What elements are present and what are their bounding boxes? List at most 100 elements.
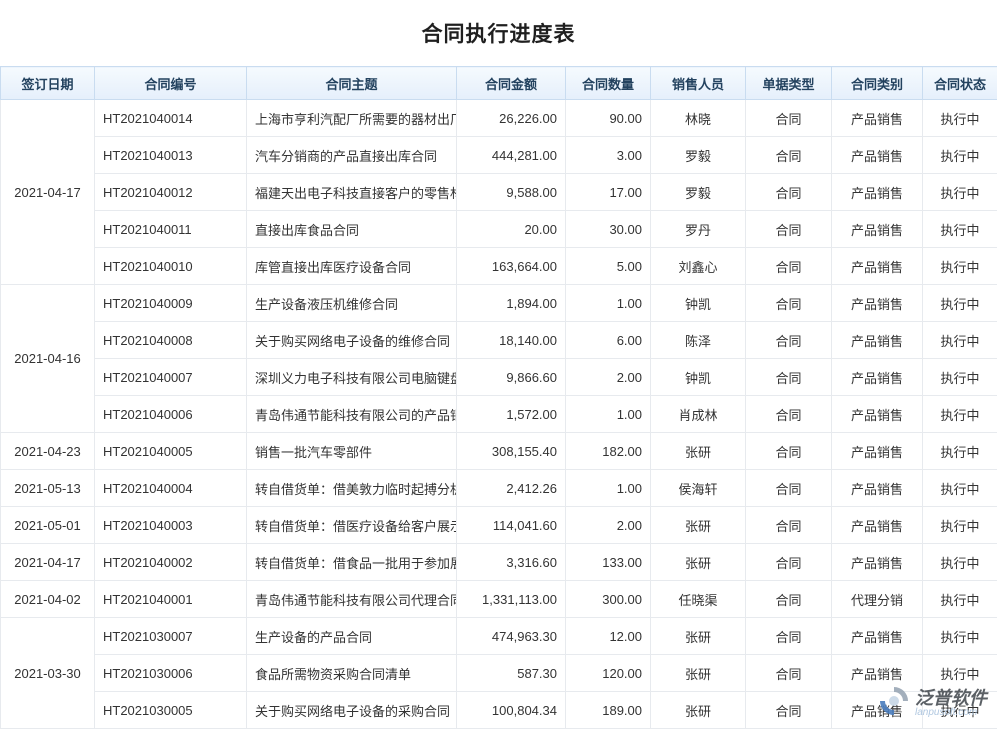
cell-sales-person[interactable]: 罗毅 (651, 174, 746, 211)
cell-doc-type: 合同 (746, 137, 832, 174)
cell-quantity: 3.00 (566, 137, 651, 174)
cell-subject[interactable]: 生产设备的产品合同 (247, 618, 457, 655)
cell-subject[interactable]: 销售一批汽车零部件 (247, 433, 457, 470)
table-row: 2021-03-30HT2021030007生产设备的产品合同474,963.3… (1, 618, 997, 655)
cell-subject[interactable]: 上海市亨利汽配厂所需要的器材出厂合同 (247, 100, 457, 137)
cell-amount: 18,140.00 (457, 322, 566, 359)
cell-sales-person[interactable]: 张研 (651, 655, 746, 692)
cell-quantity: 189.00 (566, 692, 651, 729)
cell-sales-person[interactable]: 任晓渠 (651, 581, 746, 618)
cell-sign-date: 2021-03-30 (1, 618, 95, 729)
cell-subject[interactable]: 转自借货单：借食品一批用于参加展 (247, 544, 457, 581)
cell-subject[interactable]: 关于购买网络电子设备的维修合同 (247, 322, 457, 359)
cell-amount: 1,894.00 (457, 285, 566, 322)
cell-subject[interactable]: 转自借货单：借美敦力临时起搏分机 (247, 470, 457, 507)
cell-subject[interactable]: 青岛伟通节能科技有限公司代理合同 (247, 581, 457, 618)
cell-quantity: 182.00 (566, 433, 651, 470)
cell-sales-person[interactable]: 肖成林 (651, 396, 746, 433)
cell-subject[interactable]: 青岛伟通节能科技有限公司的产品销售 (247, 396, 457, 433)
column-header-doc-type[interactable]: 单据类型 (746, 67, 832, 100)
cell-sales-person[interactable]: 张研 (651, 692, 746, 729)
cell-contract-no[interactable]: HT2021030005 (95, 692, 247, 729)
cell-quantity: 17.00 (566, 174, 651, 211)
cell-contract-no[interactable]: HT2021040001 (95, 581, 247, 618)
column-header-amount[interactable]: 合同金额 (457, 67, 566, 100)
cell-status: 执行中 (923, 137, 997, 174)
cell-contract-no[interactable]: HT2021030007 (95, 618, 247, 655)
column-header-status[interactable]: 合同状态 (923, 67, 997, 100)
cell-category: 产品销售 (832, 359, 923, 396)
contract-progress-table: 签订日期合同编号合同主题合同金额合同数量销售人员单据类型合同类别合同状态 202… (0, 66, 997, 729)
cell-sales-person[interactable]: 张研 (651, 507, 746, 544)
cell-sales-person[interactable]: 罗毅 (651, 137, 746, 174)
cell-subject[interactable]: 福建天出电子科技直接客户的零售材料 (247, 174, 457, 211)
cell-contract-no[interactable]: HT2021040008 (95, 322, 247, 359)
table-row: 2021-04-23HT2021040005销售一批汽车零部件308,155.4… (1, 433, 997, 470)
cell-quantity: 5.00 (566, 248, 651, 285)
page-title: 合同执行进度表 (0, 0, 997, 66)
cell-doc-type: 合同 (746, 507, 832, 544)
column-header-category[interactable]: 合同类别 (832, 67, 923, 100)
cell-sales-person[interactable]: 刘鑫心 (651, 248, 746, 285)
cell-subject[interactable]: 食品所需物资采购合同清单 (247, 655, 457, 692)
cell-subject[interactable]: 生产设备液压机维修合同 (247, 285, 457, 322)
cell-quantity: 133.00 (566, 544, 651, 581)
cell-sales-person[interactable]: 钟凯 (651, 359, 746, 396)
cell-sales-person[interactable]: 张研 (651, 618, 746, 655)
cell-contract-no[interactable]: HT2021040011 (95, 211, 247, 248)
cell-amount: 444,281.00 (457, 137, 566, 174)
cell-amount: 9,588.00 (457, 174, 566, 211)
cell-contract-no[interactable]: HT2021040010 (95, 248, 247, 285)
column-header-contract-no[interactable]: 合同编号 (95, 67, 247, 100)
cell-sign-date: 2021-05-13 (1, 470, 95, 507)
cell-subject[interactable]: 直接出库食品合同 (247, 211, 457, 248)
cell-contract-no[interactable]: HT2021040007 (95, 359, 247, 396)
cell-subject[interactable]: 汽车分销商的产品直接出库合同 (247, 137, 457, 174)
cell-contract-no[interactable]: HT2021040005 (95, 433, 247, 470)
cell-category: 产品销售 (832, 174, 923, 211)
table-row: 2021-04-02HT2021040001青岛伟通节能科技有限公司代理合同1,… (1, 581, 997, 618)
cell-sales-person[interactable]: 钟凯 (651, 285, 746, 322)
cell-contract-no[interactable]: HT2021040003 (95, 507, 247, 544)
cell-status: 执行中 (923, 359, 997, 396)
cell-category: 产品销售 (832, 248, 923, 285)
cell-sales-person[interactable]: 罗丹 (651, 211, 746, 248)
cell-status: 执行中 (923, 174, 997, 211)
cell-contract-no[interactable]: HT2021030006 (95, 655, 247, 692)
cell-contract-no[interactable]: HT2021040013 (95, 137, 247, 174)
table-header-row: 签订日期合同编号合同主题合同金额合同数量销售人员单据类型合同类别合同状态 (1, 67, 997, 100)
cell-sales-person[interactable]: 侯海轩 (651, 470, 746, 507)
cell-sales-person[interactable]: 林晓 (651, 100, 746, 137)
cell-amount: 26,226.00 (457, 100, 566, 137)
cell-quantity: 1.00 (566, 470, 651, 507)
cell-contract-no[interactable]: HT2021040009 (95, 285, 247, 322)
cell-contract-no[interactable]: HT2021040004 (95, 470, 247, 507)
cell-contract-no[interactable]: HT2021040012 (95, 174, 247, 211)
cell-sales-person[interactable]: 张研 (651, 544, 746, 581)
cell-contract-no[interactable]: HT2021040014 (95, 100, 247, 137)
cell-sign-date: 2021-04-23 (1, 433, 95, 470)
cell-category: 产品销售 (832, 322, 923, 359)
table-row: HT2021030006食品所需物资采购合同清单587.30120.00张研合同… (1, 655, 997, 692)
cell-contract-no[interactable]: HT2021040002 (95, 544, 247, 581)
column-header-quantity[interactable]: 合同数量 (566, 67, 651, 100)
table-row: 2021-05-01HT2021040003转自借货单：借医疗设备给客户展示11… (1, 507, 997, 544)
column-header-subject[interactable]: 合同主题 (247, 67, 457, 100)
cell-quantity: 2.00 (566, 359, 651, 396)
cell-subject[interactable]: 深圳义力电子科技有限公司电脑键盘 (247, 359, 457, 396)
cell-subject[interactable]: 转自借货单：借医疗设备给客户展示 (247, 507, 457, 544)
column-header-sign-date[interactable]: 签订日期 (1, 67, 95, 100)
cell-sales-person[interactable]: 张研 (651, 433, 746, 470)
cell-category: 产品销售 (832, 285, 923, 322)
cell-subject[interactable]: 关于购买网络电子设备的采购合同 (247, 692, 457, 729)
cell-category: 产品销售 (832, 137, 923, 174)
cell-sales-person[interactable]: 陈泽 (651, 322, 746, 359)
cell-status: 执行中 (923, 396, 997, 433)
cell-doc-type: 合同 (746, 692, 832, 729)
cell-doc-type: 合同 (746, 581, 832, 618)
cell-subject[interactable]: 库管直接出库医疗设备合同 (247, 248, 457, 285)
column-header-sales-person[interactable]: 销售人员 (651, 67, 746, 100)
cell-contract-no[interactable]: HT2021040006 (95, 396, 247, 433)
cell-status: 执行中 (923, 507, 997, 544)
cell-quantity: 2.00 (566, 507, 651, 544)
